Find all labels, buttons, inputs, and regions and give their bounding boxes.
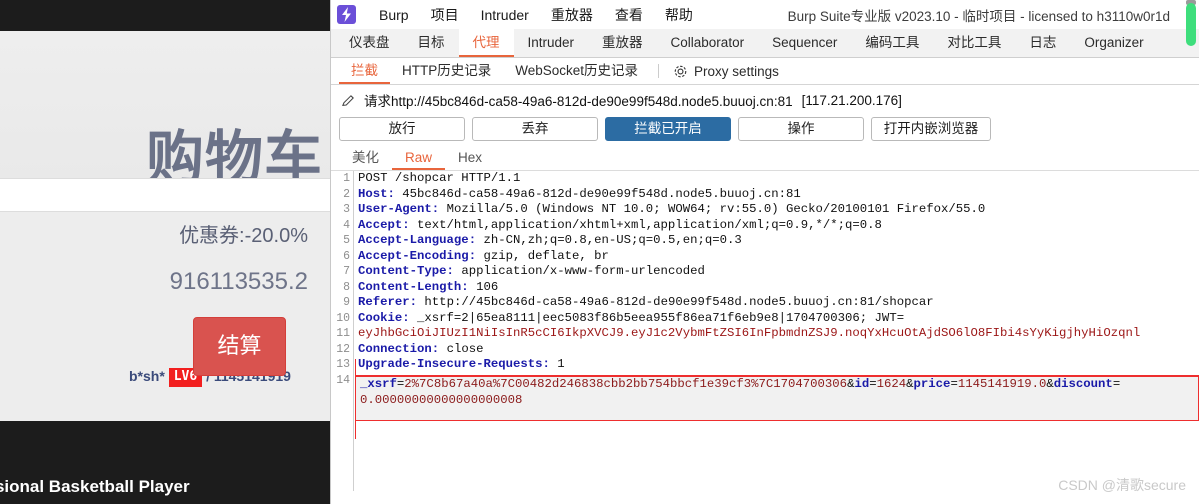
- request-line: Upgrade-Insecure-Requests: 1: [358, 357, 565, 371]
- tab-comparer[interactable]: 对比工具: [933, 29, 1015, 57]
- checkout-button[interactable]: 结算: [193, 317, 286, 376]
- tab-target[interactable]: 目标: [404, 29, 459, 57]
- viewtab-pretty[interactable]: 美化: [339, 146, 392, 170]
- line-number: 6: [343, 249, 350, 263]
- proxy-sub-tab-bar: 拦截 HTTP历史记录 WebSocket历史记录 Proxy settings: [331, 58, 1199, 85]
- action-button[interactable]: 操作: [738, 117, 864, 141]
- line-number: 1: [343, 172, 350, 185]
- menu-item-view[interactable]: 查看: [604, 5, 654, 25]
- line-number: 8: [343, 280, 350, 294]
- menu-item-help[interactable]: 帮助: [654, 5, 704, 25]
- intercept-toggle-button[interactable]: 拦截已开启: [605, 117, 731, 141]
- request-url-text: 请求http://45bc846d-ca58-49a6-812d-de90e99…: [364, 94, 793, 109]
- tab-intruder[interactable]: Intruder: [514, 29, 589, 57]
- line-number: 7: [343, 265, 350, 278]
- open-browser-button[interactable]: 打开内嵌浏览器: [871, 117, 991, 141]
- request-editor-panel[interactable]: 1 2 3 4 5 6 7 8 9 10 11 12 13 14 POST /shopcar HTTP/1…: [331, 171, 1199, 491]
- subtab-intercept[interactable]: 拦截: [339, 58, 390, 84]
- request-line: eyJhbGciOiJIUzI1NiIsInR5cCI6IkpXVCJ9.eyJ…: [358, 326, 1141, 340]
- request-line: Cookie: _xsrf=2|65ea8111|eec5083f86b5eea…: [358, 310, 905, 325]
- line-number: 12: [336, 342, 350, 356]
- view-mode-tabs: 美化 Raw Hex: [331, 146, 1199, 171]
- gear-icon: [674, 65, 687, 77]
- request-body-text[interactable]: _xsrf=2%7C8b67a40a%7C00482d246838cbb2bb7…: [360, 377, 1120, 408]
- tab-dashboard[interactable]: 仪表盘: [335, 29, 404, 57]
- window-title: Burp Suite专业版 v2023.10 - 临时项目 - licensed…: [787, 9, 1170, 24]
- line-number: 4: [343, 218, 350, 232]
- memory-usage-indicator[interactable]: [1186, 3, 1196, 46]
- main-tab-bar: 仪表盘 目标 代理 Intruder 重放器 Collaborator Sequ…: [331, 29, 1199, 58]
- subtab-websocket-history[interactable]: WebSocket历史记录: [503, 58, 650, 84]
- request-line: Accept: text/html,application/xhtml+xml,…: [358, 217, 882, 232]
- tab-logger[interactable]: 日志: [1015, 29, 1070, 57]
- total-amount: 916113535.2: [169, 268, 308, 295]
- line-number: 13: [336, 358, 350, 371]
- intercept-action-bar: 放行 丢弃 拦截已开启 操作 打开内嵌浏览器: [331, 115, 1199, 146]
- menu-item-intruder[interactable]: Intruder: [470, 7, 540, 23]
- username-text: b*sh*: [129, 368, 165, 385]
- lightning-bolt-icon: [342, 7, 351, 22]
- footer-text: ofessional Basketball Player: [0, 477, 190, 496]
- line-number: 2: [343, 187, 350, 201]
- request-ip-text: [117.21.200.176]: [801, 92, 902, 108]
- tab-proxy[interactable]: 代理: [458, 29, 514, 57]
- tab-decoder[interactable]: 编码工具: [851, 29, 933, 57]
- line-number-gutter: 1 2 3 4 5 6 7 8 9 10 11 12 13 14: [331, 171, 354, 491]
- burp-logo-icon: [337, 5, 356, 24]
- request-line: Accept-Language: zh-CN,zh;q=0.8,en-US;q=…: [358, 233, 742, 247]
- drop-button[interactable]: 丢弃: [472, 117, 598, 141]
- proxy-settings-label: Proxy settings: [694, 63, 779, 79]
- proxy-settings-button[interactable]: Proxy settings: [667, 58, 785, 84]
- request-url-bar: 请求http://45bc846d-ca58-49a6-812d-de90e99…: [331, 85, 1199, 115]
- burp-title-bar: Burp 项目 Intruder 重放器 查看 帮助 Burp Suite专业版…: [331, 0, 1199, 46]
- request-line: Content-Type: application/x-www-form-url…: [358, 264, 705, 278]
- tab-collaborator[interactable]: Collaborator: [657, 29, 759, 57]
- watermark: CSDN @清歌secure: [1058, 477, 1186, 493]
- request-line: Referer: http://45bc846d-ca58-49a6-812d-…: [358, 295, 934, 309]
- line-number: 14: [336, 373, 350, 387]
- line-number: 9: [343, 296, 350, 309]
- viewtab-raw[interactable]: Raw: [392, 146, 446, 170]
- line-number: 5: [343, 234, 350, 247]
- line-number: 10: [336, 311, 350, 325]
- request-line: Connection: close: [358, 341, 484, 356]
- request-line: Host: 45bc846d-ca58-49a6-812d-de90e99f54…: [358, 186, 801, 201]
- request-line: User-Agent: Mozilla/5.0 (Windows NT 10.0…: [358, 202, 986, 216]
- request-line: Accept-Encoding: gzip, deflate, br: [358, 248, 609, 263]
- body-line: _xsrf=2%7C8b67a40a%7C00482d246838cbb2bb7…: [360, 377, 1121, 391]
- line-number: 3: [343, 203, 350, 216]
- forward-button[interactable]: 放行: [339, 117, 465, 141]
- burp-suite-window: Burp 项目 Intruder 重放器 查看 帮助 Burp Suite专业版…: [330, 0, 1199, 504]
- viewtab-hex[interactable]: Hex: [445, 146, 495, 170]
- tab-repeater[interactable]: 重放器: [588, 29, 657, 57]
- line-number: 11: [336, 327, 350, 340]
- coupon-text: 优惠券:-20.0%: [179, 225, 308, 247]
- request-raw-text[interactable]: POST /shopcar HTTP/1.1 Host: 45bc846d-ca5…: [358, 171, 1140, 388]
- tab-sequencer[interactable]: Sequencer: [758, 29, 851, 57]
- divider: [658, 64, 660, 78]
- menu-item-repeater[interactable]: 重放器: [540, 5, 604, 25]
- request-line: Content-Length: 106: [358, 279, 499, 294]
- menu-item-project[interactable]: 项目: [420, 5, 470, 25]
- menu-item-burp[interactable]: Burp: [368, 7, 420, 23]
- pencil-icon[interactable]: [341, 93, 356, 108]
- request-line: POST /shopcar HTTP/1.1: [358, 171, 521, 185]
- subtab-http-history[interactable]: HTTP历史记录: [390, 58, 503, 84]
- body-line: 0.00000000000000000008: [360, 392, 523, 407]
- tab-organizer[interactable]: Organizer: [1070, 29, 1157, 57]
